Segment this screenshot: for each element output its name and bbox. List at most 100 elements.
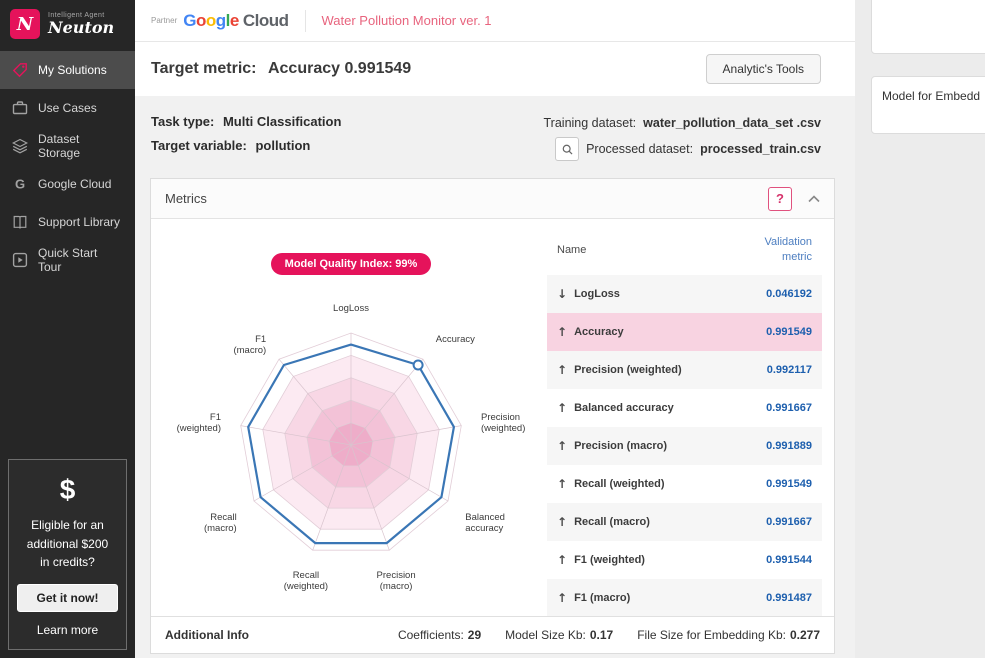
top-header: Partner Google Cloud Water Pollution Mon… xyxy=(135,0,855,42)
page-title: Target metric: Accuracy 0.991549 xyxy=(151,60,411,78)
arrow-up-icon: ↑ xyxy=(557,363,567,377)
partner-label: Partner xyxy=(151,16,177,25)
svg-text:Balancedaccuracy: Balancedaccuracy xyxy=(465,512,505,534)
table-row[interactable]: ↑ Recall (macro) 0.991667 xyxy=(547,503,822,541)
table-row[interactable]: ↑Balanced accuracy0.991667 xyxy=(547,389,822,427)
chevron-up-icon xyxy=(808,195,820,203)
table-row[interactable]: ↑ Precision (weighted) 0.992117 xyxy=(547,351,822,389)
model-size-stat: Model Size Kb:0.17 xyxy=(505,628,613,642)
svg-text:F1(weighted): F1(weighted) xyxy=(177,412,221,434)
table-row[interactable]: ↑Precision (macro)0.991889 xyxy=(547,427,822,465)
briefcase-icon xyxy=(12,100,28,116)
table-row[interactable]: ↑F1 (weighted)0.991544 xyxy=(547,541,822,579)
metrics-panel-body: Model Quality Index: 99% LogLoss Accuracy… xyxy=(151,219,834,616)
metric-name: F1 (weighted) xyxy=(574,554,645,566)
arrow-up-icon: ↑ xyxy=(557,477,567,491)
sidebar-item-label: Use Cases xyxy=(38,101,97,115)
svg-text:Accuracy: Accuracy xyxy=(436,334,475,345)
target-variable-label: Target variable: xyxy=(151,138,247,153)
metric-name: Recall (macro) xyxy=(574,516,650,528)
google-cloud-logo: Google Cloud xyxy=(183,11,288,31)
app-window: N Intelligent Agent Neuton My Solutions U… xyxy=(0,0,985,658)
table-row[interactable]: ↓ LogLoss 0.046192 xyxy=(547,275,822,313)
additional-info-label: Additional Info xyxy=(165,628,249,642)
metric-name: Precision (weighted) xyxy=(574,364,682,376)
additional-info-bar: Additional Info Coefficients:29 Model Si… xyxy=(151,616,834,653)
metric-value: 0.992117 xyxy=(767,364,812,376)
credits-promo-box: $ Eligible for an additional $200 in cre… xyxy=(8,459,127,650)
metric-name: Balanced accuracy xyxy=(574,402,674,414)
play-square-icon xyxy=(12,252,28,268)
metrics-panel-header: Metrics ? xyxy=(151,179,834,219)
sidebar-item-label: My Solutions xyxy=(38,63,107,77)
metrics-table: Name Validation metric ↓ LogLoss 0.046192 ↑… xyxy=(547,223,826,616)
metric-value: 0.991487 xyxy=(766,592,812,604)
sidebar-item-dataset-storage[interactable]: Dataset Storage xyxy=(0,127,135,165)
training-dataset-value: water_pollution_data_set .csv xyxy=(643,116,821,130)
sidebar-item-use-cases[interactable]: Use Cases xyxy=(0,89,135,127)
sidebar-nav: My Solutions Use Cases Dataset Storage G Goo… xyxy=(0,51,135,279)
arrow-up-icon: ↑ xyxy=(557,515,567,529)
radar-chart: LogLossAccuracyPrecision(weighted)Balanc… xyxy=(161,277,541,614)
svg-text:F1(macro): F1(macro) xyxy=(233,334,266,356)
arrow-up-icon: ↑ xyxy=(557,553,567,567)
solutions-icon xyxy=(12,62,28,78)
learn-more-link[interactable]: Learn more xyxy=(17,623,118,637)
metric-name: F1 (macro) xyxy=(574,592,630,604)
get-it-now-button[interactable]: Get it now! xyxy=(17,584,118,612)
sidebar-item-label: Google Cloud xyxy=(38,177,111,191)
metric-name: Accuracy xyxy=(574,326,624,338)
svg-text:LogLoss: LogLoss xyxy=(333,303,369,314)
sidebar-item-my-solutions[interactable]: My Solutions xyxy=(0,51,135,89)
processed-dataset-label: Processed dataset: xyxy=(586,142,693,156)
help-button[interactable]: ? xyxy=(768,187,792,211)
metric-value: 0.991549 xyxy=(766,478,812,490)
header-divider xyxy=(305,10,306,32)
dollar-icon: $ xyxy=(17,474,118,506)
main-content: Partner Google Cloud Water Pollution Mon… xyxy=(135,0,855,658)
sidebar-item-google-cloud[interactable]: G Google Cloud xyxy=(0,165,135,203)
table-row[interactable]: ↑ Accuracy 0.991549 xyxy=(547,313,822,351)
arrow-up-icon: ↑ xyxy=(557,439,567,453)
column-validation-metric-header: Validation metric xyxy=(750,235,812,265)
brand-name: Neuton xyxy=(48,19,114,37)
metric-value: 0.046192 xyxy=(766,288,812,300)
target-metric-bar: Target metric: Accuracy 0.991549 Analyti… xyxy=(135,42,855,96)
model-quality-badge: Model Quality Index: 99% xyxy=(271,253,432,275)
coefficients-stat: Coefficients:29 xyxy=(398,628,481,642)
model-for-embedding-card[interactable]: Model for Embedd xyxy=(871,76,985,134)
metrics-table-rows: ↓LogLoss0.046192↑Accuracy0.991549↑Precis… xyxy=(547,275,822,617)
svg-text:Recall(weighted): Recall(weighted) xyxy=(284,570,328,592)
sidebar-item-support-library[interactable]: Support Library xyxy=(0,203,135,241)
table-row[interactable]: ↑Recall (weighted)0.991549 xyxy=(547,465,822,503)
table-row[interactable]: ↑ F1 (macro) 0.991487 xyxy=(547,579,822,617)
preview-dataset-button[interactable] xyxy=(555,137,579,161)
search-icon xyxy=(561,143,574,156)
right-panel-top-card[interactable] xyxy=(871,0,985,54)
layers-icon xyxy=(12,138,28,154)
neuton-logo-icon: N xyxy=(10,9,40,39)
google-g-icon: G xyxy=(12,176,28,192)
metrics-panel-title: Metrics xyxy=(165,191,207,206)
sidebar: N Intelligent Agent Neuton My Solutions U… xyxy=(0,0,135,658)
metric-value: 0.991667 xyxy=(766,516,812,528)
task-type-label: Task type: xyxy=(151,114,214,129)
arrow-up-icon: ↑ xyxy=(557,325,567,339)
target-metric-value: Accuracy 0.991549 xyxy=(268,60,411,77)
training-dataset-label: Training dataset: xyxy=(544,116,637,130)
neuton-logo[interactable]: N Intelligent Agent Neuton xyxy=(0,0,135,49)
sidebar-item-quick-start-tour[interactable]: Quick Start Tour xyxy=(0,241,135,279)
metric-name: LogLoss xyxy=(574,288,620,300)
book-icon xyxy=(12,214,28,230)
embedding-file-size-stat: File Size for Embedding Kb:0.277 xyxy=(637,628,820,642)
analytics-tools-button[interactable]: Analytic's Tools xyxy=(706,54,821,84)
arrow-down-icon: ↓ xyxy=(557,287,567,301)
arrow-up-icon: ↑ xyxy=(557,591,567,605)
svg-text:Recall(macro): Recall(macro) xyxy=(204,512,237,534)
target-metric-label: Target metric: xyxy=(151,60,257,77)
target-variable-value: pollution xyxy=(255,138,310,153)
metrics-table-header: Name Validation metric xyxy=(547,223,822,275)
collapse-panel-button[interactable] xyxy=(808,195,820,203)
radar-chart-area: Model Quality Index: 99% LogLoss Accuracy… xyxy=(155,223,547,616)
metric-value: 0.991549 xyxy=(766,326,812,338)
